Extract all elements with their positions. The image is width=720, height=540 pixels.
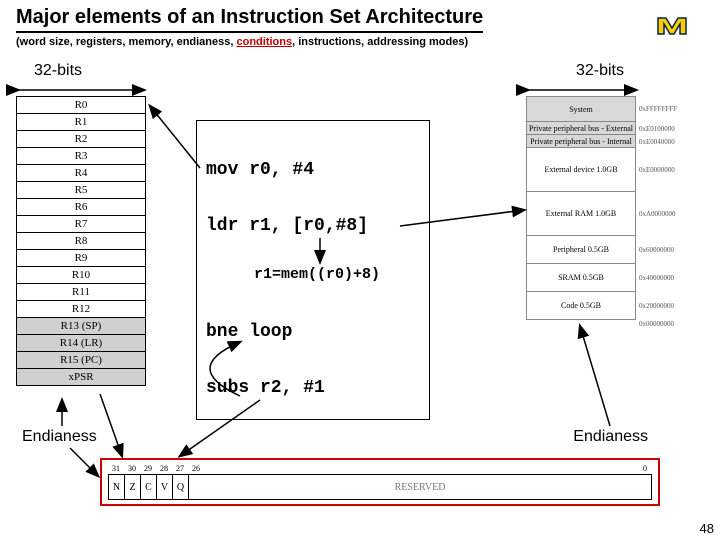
- endianess-label-right: Endianess: [573, 428, 648, 446]
- psr-reserved: RESERVED: [189, 475, 651, 499]
- code-ldr-explain: r1=mem((r0)+8): [254, 266, 380, 283]
- memory-region: Private peripheral bus - Internal: [526, 135, 636, 148]
- memory-row: SRAM 0.5GB0x40000000: [526, 264, 690, 292]
- register-cell: R7: [17, 216, 146, 233]
- memory-region: External device 1.0GB: [526, 148, 636, 192]
- memory-row: External RAM 1.0GB0xA0000000: [526, 192, 690, 236]
- code-subs: subs r2, #1: [206, 378, 325, 398]
- register-cell: R4: [17, 165, 146, 182]
- register-cell: R15 (PC): [17, 352, 146, 369]
- register-cell: R12: [17, 301, 146, 318]
- memory-address: 0x60000000: [636, 246, 690, 254]
- endianess-label-left: Endianess: [22, 428, 97, 446]
- memory-row: External device 1.0GB0xE0000000: [526, 148, 690, 192]
- register-cell: R5: [17, 182, 146, 199]
- psr-cells: N Z C V Q RESERVED: [108, 474, 652, 500]
- memory-row: Peripheral 0.5GB0x60000000: [526, 236, 690, 264]
- table-row: R3: [17, 148, 146, 165]
- table-row: R6: [17, 199, 146, 216]
- bits-label-left: 32-bits: [34, 62, 82, 80]
- register-table: R0 R1 R2 R3 R4 R5 R6 R7 R8 R9 R10 R11 R1…: [16, 96, 146, 386]
- register-cell: xPSR: [17, 369, 146, 386]
- register-cell: R13 (SP): [17, 318, 146, 335]
- memory-region: External RAM 1.0GB: [526, 192, 636, 236]
- table-row: R8: [17, 233, 146, 250]
- table-row: R0: [17, 97, 146, 114]
- slide-title: Major elements of an Instruction Set Arc…: [16, 6, 483, 33]
- register-cell: R3: [17, 148, 146, 165]
- register-cell: R14 (LR): [17, 335, 146, 352]
- memory-region: Peripheral 0.5GB: [526, 236, 636, 264]
- subtitle-conditions: conditions: [237, 36, 293, 48]
- register-cell: R8: [17, 233, 146, 250]
- memory-region: SRAM 0.5GB: [526, 264, 636, 292]
- table-row: R11: [17, 284, 146, 301]
- register-cell: R2: [17, 131, 146, 148]
- table-row: R9: [17, 250, 146, 267]
- memory-row: Private peripheral bus - External0xE0100…: [526, 122, 690, 135]
- table-row: R7: [17, 216, 146, 233]
- register-cell: R0: [17, 97, 146, 114]
- code-mov: mov r0, #4: [206, 160, 314, 180]
- table-row: R4: [17, 165, 146, 182]
- michigan-logo: [656, 8, 702, 36]
- subtitle-pre: (word size, registers, memory, endianess…: [16, 36, 237, 48]
- memory-address: 0x00000000: [636, 320, 690, 328]
- table-row: xPSR: [17, 369, 146, 386]
- psr-flag-z: Z: [125, 475, 141, 499]
- subtitle-post: , instructions, addressing modes): [292, 36, 468, 48]
- memory-address: 0x20000000: [636, 302, 690, 310]
- register-cell: R10: [17, 267, 146, 284]
- memory-region: System: [526, 96, 636, 122]
- code-bne: bne loop: [206, 322, 292, 342]
- memory-region: Private peripheral bus - External: [526, 122, 636, 135]
- register-cell: R11: [17, 284, 146, 301]
- psr-flag-q: Q: [173, 475, 189, 499]
- table-row: R13 (SP): [17, 318, 146, 335]
- psr-box: 31 30 29 28 27 26 0 N Z C V Q RESERVED: [100, 458, 660, 506]
- code-ldr: ldr r1, [r0,#8]: [206, 216, 368, 236]
- memory-address: 0xE0040000: [636, 138, 690, 146]
- table-row: R12: [17, 301, 146, 318]
- memory-address: 0xFFFFFFFF: [636, 105, 690, 113]
- table-row: R5: [17, 182, 146, 199]
- memory-address: 0x40000000: [636, 274, 690, 282]
- register-cell: R1: [17, 114, 146, 131]
- psr-flag-n: N: [109, 475, 125, 499]
- psr-bit-numbers: 31 30 29 28 27 26 0: [108, 464, 652, 474]
- psr-flag-c: C: [141, 475, 157, 499]
- table-row: R10: [17, 267, 146, 284]
- table-row: R1: [17, 114, 146, 131]
- table-row: R2: [17, 131, 146, 148]
- memory-map: System0xFFFFFFFFPrivate peripheral bus -…: [526, 96, 690, 328]
- memory-row: System0xFFFFFFFF: [526, 96, 690, 122]
- page-number: 48: [700, 521, 714, 536]
- slide-subtitle: (word size, registers, memory, endianess…: [16, 36, 468, 48]
- bits-label-right: 32-bits: [576, 62, 624, 80]
- table-row: R15 (PC): [17, 352, 146, 369]
- register-cell: R9: [17, 250, 146, 267]
- table-row: R14 (LR): [17, 335, 146, 352]
- register-cell: R6: [17, 199, 146, 216]
- memory-address: 0xA0000000: [636, 210, 690, 218]
- memory-region: Code 0.5GB: [526, 292, 636, 320]
- memory-address: 0xE0000000: [636, 166, 690, 174]
- memory-row: Private peripheral bus - Internal0xE0040…: [526, 135, 690, 148]
- memory-address: 0xE0100000: [636, 125, 690, 133]
- memory-row: Code 0.5GB0x20000000: [526, 292, 690, 320]
- psr-flag-v: V: [157, 475, 173, 499]
